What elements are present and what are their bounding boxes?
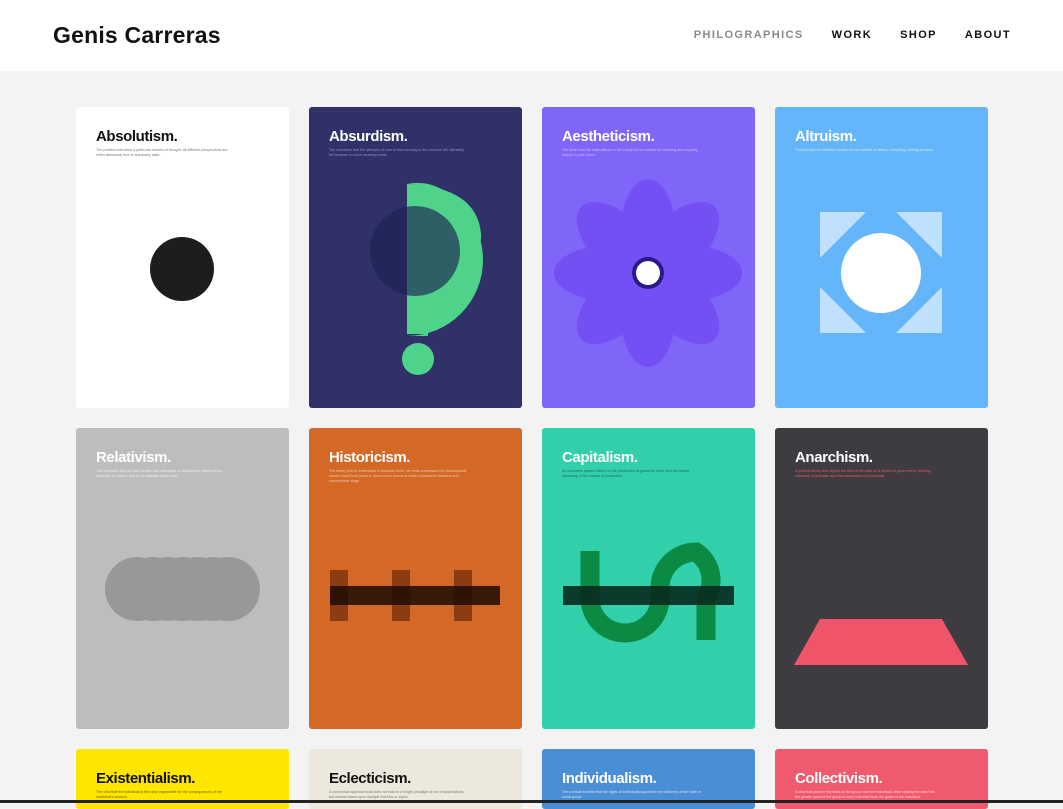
poster-description: The view that the individual is free and… [96,790,222,799]
nav-work[interactable]: WORK [832,29,872,41]
poster-title: Collectivism. [795,770,883,787]
site-header: Genis Carreras PHILOGRAPHICS WORK SHOP A… [0,0,1063,71]
poster-absolutism[interactable]: Absolutism. The position that when a par… [76,107,289,408]
poster-title: Individualism. [562,770,657,787]
poster-aestheticism[interactable]: Aestheticism. The belief that the main a… [542,107,755,408]
timeline-bars-graphic [330,570,500,621]
poster-anarchism[interactable]: Anarchism. A political theory that rejec… [775,428,988,729]
question-mark-graphic [370,182,483,375]
nav-shop[interactable]: SHOP [900,29,937,41]
poster-title: Eclecticism. [329,770,411,787]
poster-altruism[interactable]: Altruism. The principle of unselfish con… [775,107,988,408]
overlapping-circles-graphic [105,557,260,621]
poster-absurdism[interactable]: Absurdism. The conviction that the attem… [309,107,522,408]
main-nav: PHILOGRAPHICS WORK SHOP ABOUT [694,29,1011,41]
dollar-sign-graphic [563,542,734,643]
poster-description: A view that places emphasis on the group… [795,790,935,799]
nav-about[interactable]: ABOUT [965,29,1011,41]
poster-description: The political doctrine that the rights o… [562,790,702,799]
flower-graphic [554,179,742,367]
trapezoid-graphic [794,619,968,665]
poster-historicism[interactable]: Historicism. The theory that to understa… [309,428,522,729]
poster-title: Existentialism. [96,770,196,787]
poster-capitalism[interactable]: Capitalism. An economic system based on … [542,428,755,729]
black-circle-graphic [150,237,214,301]
nav-philographics[interactable]: PHILOGRAPHICS [694,29,804,41]
sun-corners-graphic [820,212,942,333]
poster-relativism[interactable]: Relativism. The conviction that all trut… [76,428,289,729]
site-title[interactable]: Genis Carreras [53,22,221,49]
poster-description: A conceptual approach that does not hold… [329,790,465,799]
